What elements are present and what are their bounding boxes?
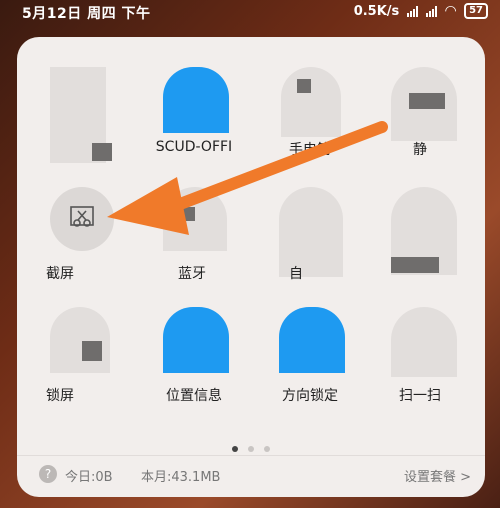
divider xyxy=(17,455,485,456)
status-time: 5月12日 周四 下午 xyxy=(22,6,151,22)
month-usage: 本月:43.1MB xyxy=(141,470,221,485)
help-icon[interactable]: ? xyxy=(39,465,57,483)
control-center-panel: SCUD-OFFI 手电筒 静 截屏 蓝牙 自 xyxy=(17,37,485,497)
page-dot[interactable] xyxy=(264,446,270,452)
today-usage: 今日:0B xyxy=(65,470,113,485)
signal-icon-2 xyxy=(426,5,438,17)
page-dot[interactable] xyxy=(232,446,238,452)
data-usage-footer: ? 今日:0B 本月:43.1MB 设置套餐 > xyxy=(17,457,485,497)
battery-icon: 57 xyxy=(464,3,488,19)
arrow-annotation xyxy=(107,121,388,235)
page-indicator xyxy=(17,437,485,456)
network-speed: 0.5K/s xyxy=(353,3,400,19)
plan-settings-link[interactable]: 设置套餐 > xyxy=(404,466,471,485)
wifi-icon: ◠ xyxy=(445,3,457,19)
page-dot[interactable] xyxy=(248,446,254,452)
status-bar: 5月12日 周四 下午 0.5K/s ◠ 57 xyxy=(0,0,500,26)
signal-icon xyxy=(407,5,419,17)
status-icons: 0.5K/s ◠ 57 xyxy=(354,3,488,19)
